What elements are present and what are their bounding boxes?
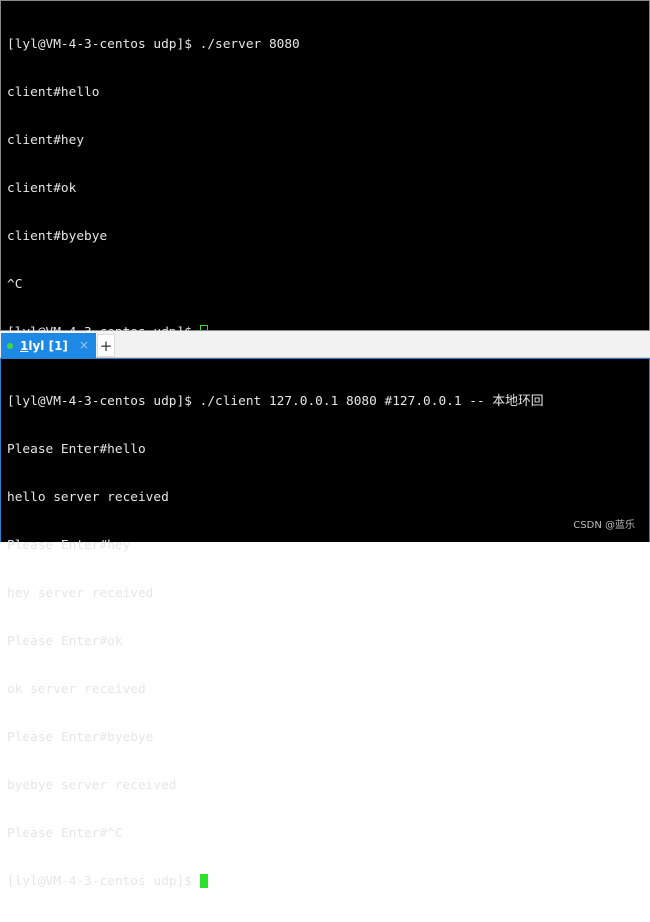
connected-status-icon [7,342,13,349]
terminal-line: byebye server received [7,778,177,793]
add-tab-button[interactable]: + [97,334,115,357]
terminal-line: client#ok [7,181,77,196]
tab-label: lyl [1] [28,338,68,353]
prompt: [lyl@VM-4-3-centos udp]$ [7,874,200,889]
tab-number: 1 [20,338,29,353]
terminal-line: Please Enter#hello [7,442,146,457]
terminal-line: ^C [7,277,23,292]
terminal-line: client#byebye [7,229,108,244]
cursor [199,874,208,888]
terminal-line: Please Enter#ok [7,634,123,649]
bottom-terminal-pane[interactable]: [lyl@VM-4-3-centos udp]$ ./client 127.0.… [0,358,650,889]
terminal-line: [lyl@VM-4-3-centos udp]$ ./server 8080 [7,37,300,52]
top-terminal-pane[interactable]: [lyl@VM-4-3-centos udp]$ ./server 8080 c… [0,0,650,340]
terminal-line: [lyl@VM-4-3-centos udp]$ ./client 127.0.… [7,394,544,409]
terminal-line: Please Enter#^C [7,826,123,841]
tab-bar: 1 lyl [1] × + [0,331,650,358]
prompt-line: [lyl@VM-4-3-centos udp]$ [7,874,643,890]
tab-session-1[interactable]: 1 lyl [1] × [1,333,96,358]
terminal-line: Please Enter#hey [7,538,131,553]
terminal-line: hey server received [7,586,154,601]
close-icon[interactable]: × [79,338,89,352]
watermark: CSDN @蓝乐 [573,520,635,531]
terminal-line: ok server received [7,682,146,697]
terminal-line: client#hey [7,133,85,148]
terminal-line: hello server received [7,490,169,505]
terminal-line: Please Enter#byebye [7,730,154,745]
terminal-line: client#hello [7,85,100,100]
